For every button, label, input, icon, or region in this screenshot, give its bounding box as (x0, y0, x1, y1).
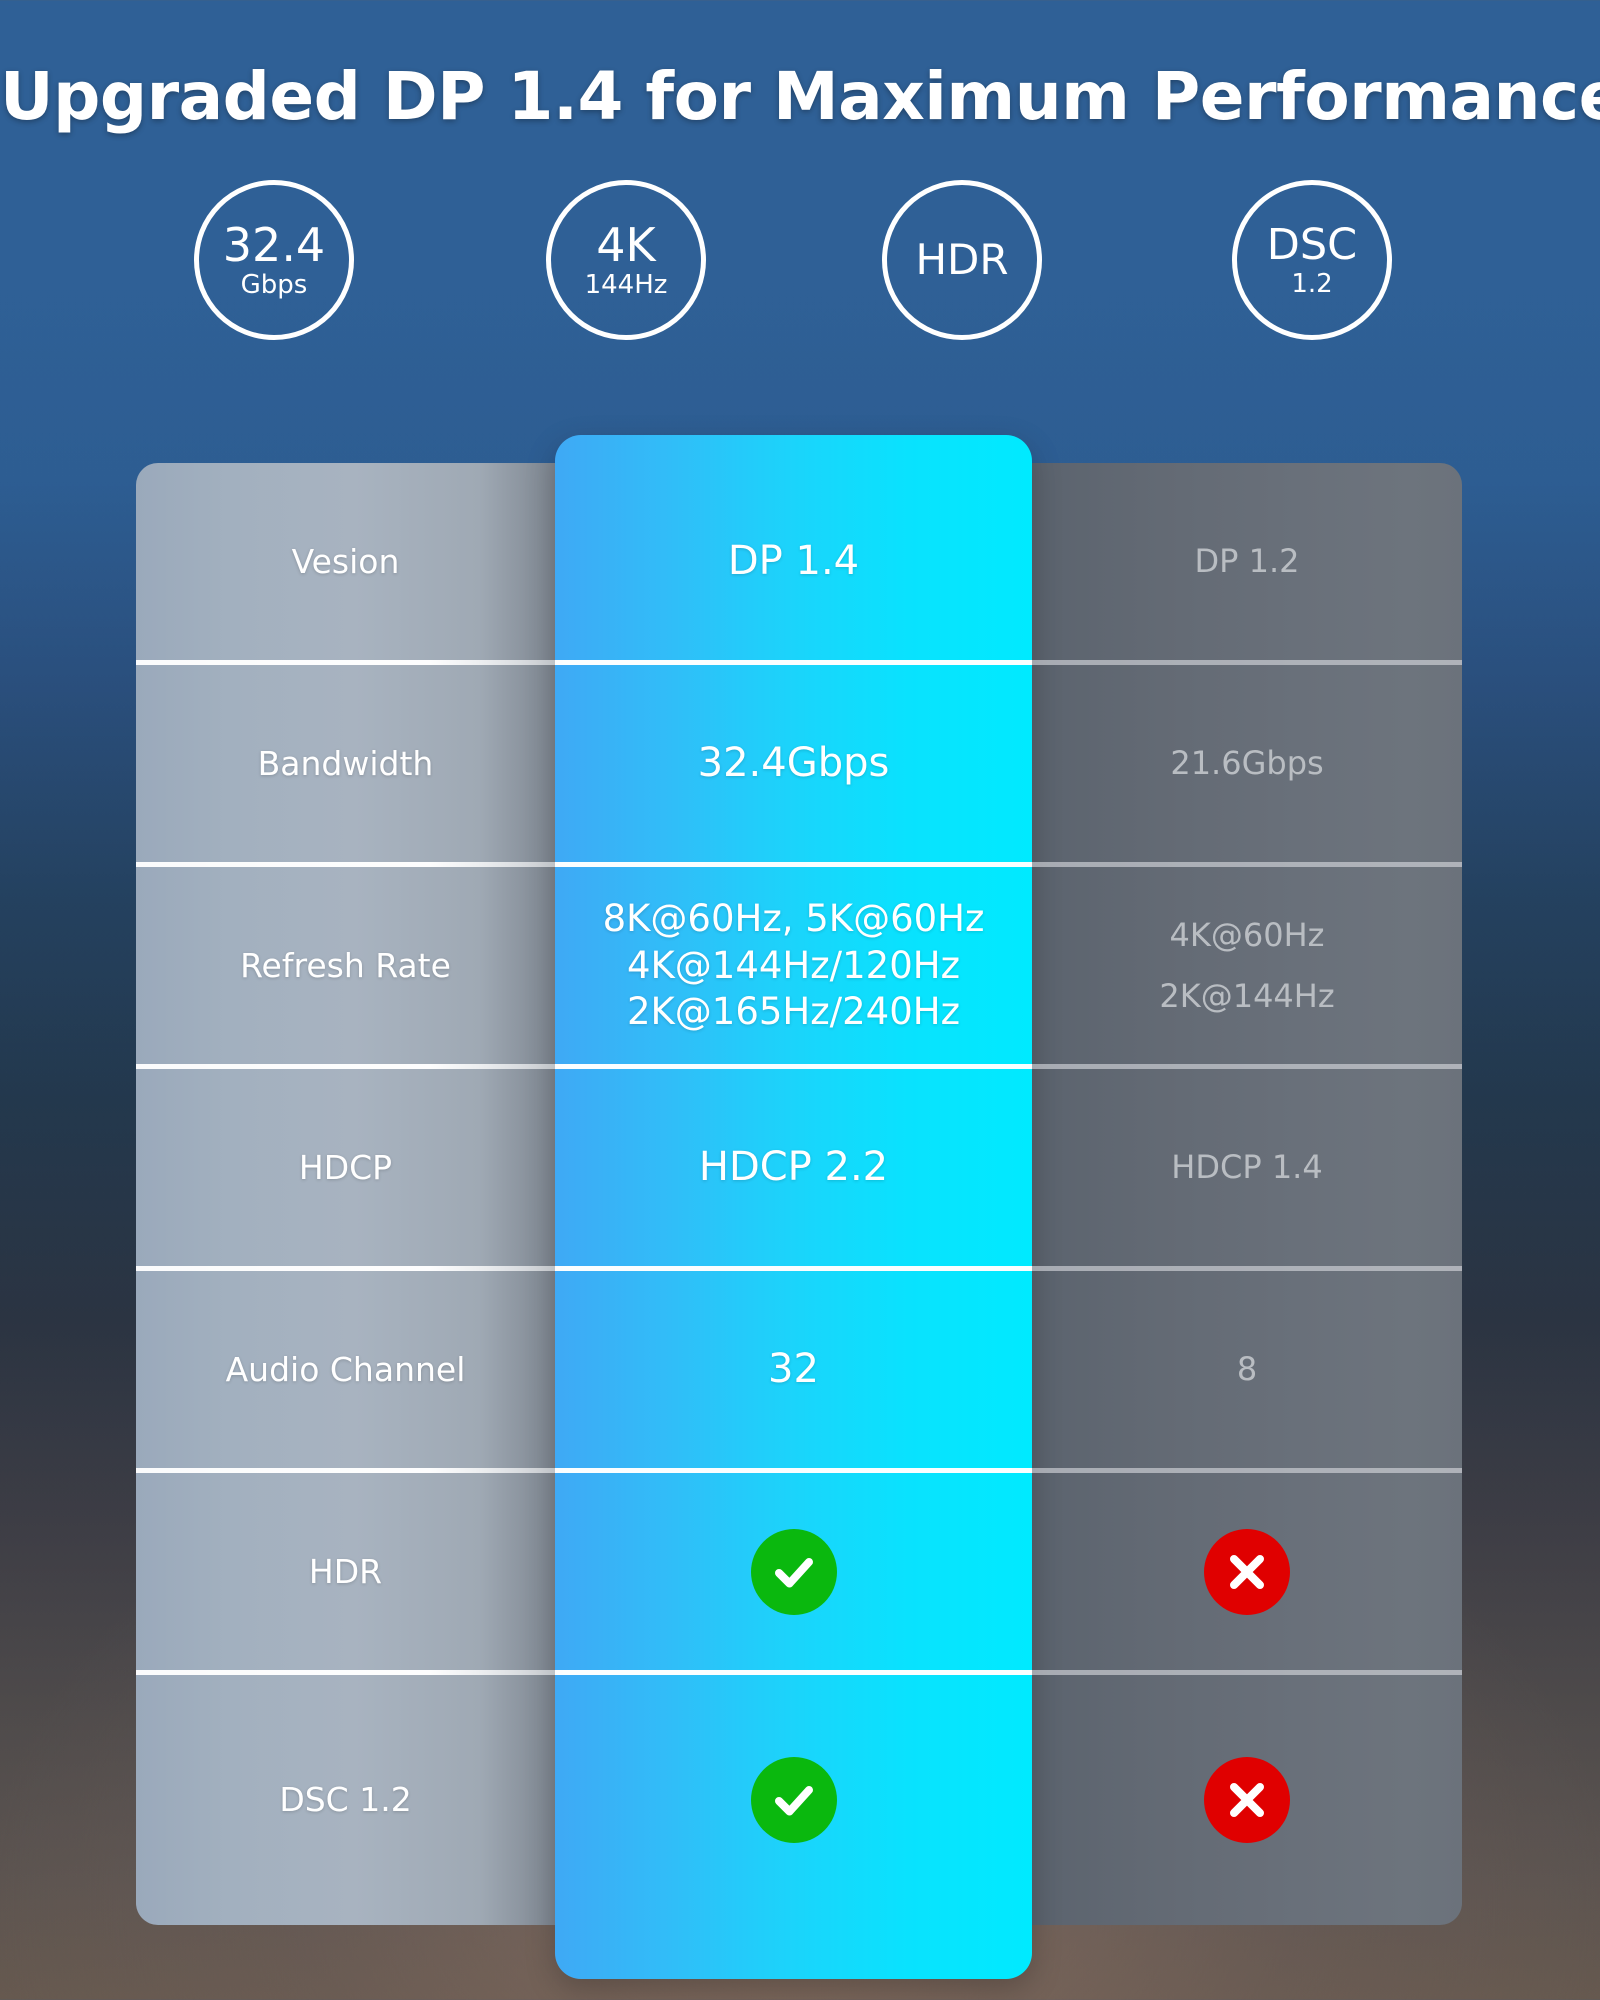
old-version-value: HDCP 1.4 (1171, 1148, 1323, 1187)
cross-icon (1204, 1529, 1290, 1615)
new-version-value (555, 1675, 1032, 1925)
row-label: Refresh Rate (240, 945, 451, 985)
badge-bandwidth-value: 32.4 (222, 218, 326, 272)
old-version-value (1032, 1675, 1462, 1925)
new-refresh-line-2: 4K@144Hz/120Hz (627, 943, 960, 987)
new-version-value: 32.4Gbps (697, 740, 890, 787)
table-row: Audio Channel 32 8 (136, 1271, 1462, 1469)
row-label: Audio Channel (225, 1349, 466, 1389)
badge-dsc-version: 1.2 (1291, 268, 1333, 299)
old-version-value: 8 (1236, 1350, 1258, 1389)
table-row: DSC 1.2 (136, 1675, 1462, 1925)
old-refresh-line-1: 4K@60Hz (1169, 916, 1325, 955)
badge-hdr: HDR (882, 180, 1042, 340)
new-version-value: 8K@60Hz, 5K@60Hz 4K@144Hz/120Hz 2K@165Hz… (555, 867, 1032, 1065)
row-label: DSC 1.2 (279, 1779, 412, 1819)
badge-resolution: 4K 144Hz (546, 180, 706, 340)
cross-icon (1204, 1757, 1290, 1843)
badge-dsc: DSC 1.2 (1232, 180, 1392, 340)
table-rows: Vesion DP 1.4 DP 1.2 Bandwidth 32.4Gbps … (136, 463, 1462, 1925)
table-row: HDR (136, 1473, 1462, 1671)
new-refresh-line-3: 2K@165Hz/240Hz (627, 990, 960, 1034)
spec-badge-row: 32.4 Gbps 4K 144Hz HDR DSC 1.2 (0, 180, 1600, 350)
row-label: Vesion (291, 541, 400, 581)
row-label: HDR (308, 1551, 383, 1591)
page-title: Upgraded DP 1.4 for Maximum Performance (0, 58, 1600, 135)
new-version-value: HDCP 2.2 (698, 1144, 889, 1191)
row-label: HDCP (298, 1147, 393, 1187)
old-version-value: 21.6Gbps (1170, 744, 1324, 783)
table-row: Bandwidth 32.4Gbps 21.6Gbps (136, 665, 1462, 863)
table-row: Vesion DP 1.4 DP 1.2 (136, 463, 1462, 661)
badge-resolution-unit: 144Hz (584, 270, 668, 300)
check-icon (750, 1757, 837, 1843)
badge-dsc-value: DSC (1266, 219, 1358, 270)
new-version-value (555, 1473, 1032, 1671)
badge-resolution-value: 4K (596, 218, 656, 272)
row-label: Bandwidth (257, 743, 434, 783)
old-refresh-line-2: 2K@144Hz (1159, 977, 1335, 1015)
comparison-table: Vesion DP 1.4 DP 1.2 Bandwidth 32.4Gbps … (136, 435, 1462, 1979)
badge-bandwidth: 32.4 Gbps (194, 180, 354, 340)
old-version-value (1032, 1473, 1462, 1671)
badge-hdr-value: HDR (915, 235, 1009, 284)
old-version-value: DP 1.2 (1194, 542, 1300, 581)
page-header: Upgraded DP 1.4 for Maximum Performance (0, 58, 1600, 135)
table-row: HDCP HDCP 2.2 HDCP 1.4 (136, 1069, 1462, 1267)
new-version-value: DP 1.4 (727, 538, 860, 585)
badge-bandwidth-unit: Gbps (240, 270, 308, 300)
new-version-value: 32 (768, 1346, 819, 1393)
table-row: Refresh Rate 8K@60Hz, 5K@60Hz 4K@144Hz/1… (136, 867, 1462, 1065)
new-refresh-line-1: 8K@60Hz, 5K@60Hz (602, 897, 985, 941)
old-version-value: 4K@60Hz 2K@144Hz (1032, 867, 1462, 1065)
check-icon (750, 1529, 837, 1615)
